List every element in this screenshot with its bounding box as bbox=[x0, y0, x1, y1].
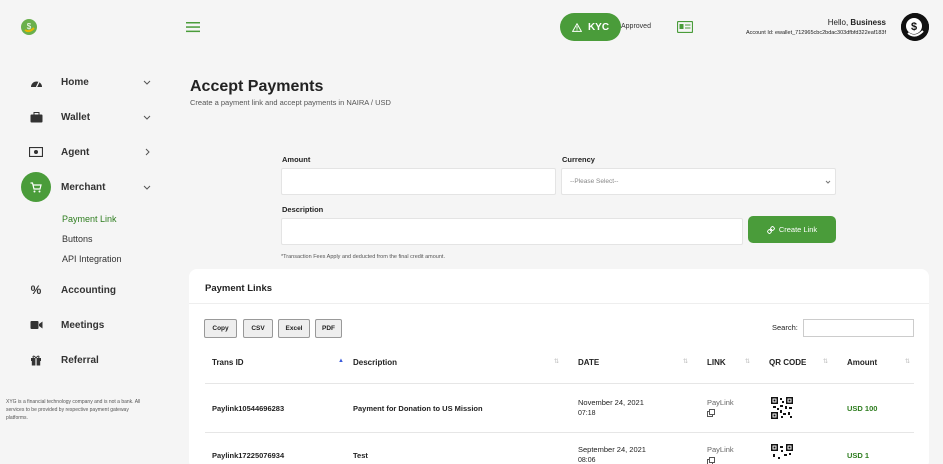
page-title: Accept Payments bbox=[190, 78, 324, 95]
cart-icon bbox=[21, 172, 51, 202]
avatar[interactable]: $ bbox=[901, 13, 929, 41]
currency-label: Currency bbox=[562, 155, 595, 164]
sidebar: $ Home Wallet Agent Merchant Payment Lin… bbox=[0, 0, 170, 464]
svg-text:$: $ bbox=[911, 21, 917, 33]
kyc-label: KYC bbox=[587, 21, 610, 33]
chevron-down-icon bbox=[825, 180, 831, 184]
divider bbox=[205, 383, 914, 384]
currency-placeholder: --Please Select-- bbox=[570, 178, 619, 185]
paylink-link[interactable]: PayLink bbox=[707, 398, 734, 407]
sidebar-item-accounting[interactable]: % Accounting bbox=[0, 275, 170, 305]
chevron-down-icon bbox=[143, 115, 151, 120]
currency-select[interactable]: --Please Select-- bbox=[561, 168, 836, 195]
copy-button[interactable]: Copy bbox=[204, 319, 237, 338]
excel-button[interactable]: Excel bbox=[278, 319, 310, 338]
sidebar-item-meetings[interactable]: Meetings bbox=[0, 310, 170, 340]
sidebar-item-referral[interactable]: Referral bbox=[0, 345, 170, 375]
cell-time: 08:06 bbox=[578, 457, 596, 464]
disclaimer-text: XYG is a financial technology company an… bbox=[6, 399, 141, 421]
chevron-down-icon bbox=[143, 185, 151, 190]
cash-icon bbox=[28, 144, 44, 160]
gift-icon bbox=[28, 352, 44, 368]
chevron-down-icon bbox=[143, 80, 151, 85]
submenu-buttons[interactable]: Buttons bbox=[62, 234, 93, 244]
sidebar-item-label: Referral bbox=[61, 354, 99, 366]
sidebar-item-label: Wallet bbox=[61, 111, 91, 123]
description-input[interactable] bbox=[281, 218, 743, 245]
greeting: Hello, Business bbox=[828, 18, 886, 27]
link-icon bbox=[766, 225, 775, 234]
column-header-amount[interactable]: Amount bbox=[847, 358, 877, 367]
briefcase-icon bbox=[28, 109, 44, 125]
submenu-payment-link[interactable]: Payment Link bbox=[62, 214, 117, 224]
sort-icon[interactable]: ⇅ bbox=[554, 358, 559, 365]
logo-icon[interactable]: $ bbox=[20, 18, 38, 36]
cell-description: Payment for Donation to US Mission bbox=[353, 404, 483, 413]
cell-date: November 24, 2021 bbox=[578, 398, 644, 407]
column-header-qr-code[interactable]: QR CODE bbox=[769, 358, 806, 367]
copy-icon[interactable] bbox=[707, 457, 715, 464]
id-card-icon[interactable] bbox=[677, 21, 693, 33]
sidebar-item-label: Meetings bbox=[61, 319, 105, 331]
sidebar-item-label: Home bbox=[61, 76, 89, 88]
search-input[interactable] bbox=[803, 319, 914, 337]
sort-icon[interactable]: ⇅ bbox=[905, 358, 910, 365]
sidebar-item-home[interactable]: Home bbox=[0, 67, 170, 97]
divider bbox=[205, 432, 914, 433]
user-name: Business bbox=[850, 18, 886, 27]
page-subtitle: Create a payment link and accept payment… bbox=[190, 98, 391, 107]
sidebar-item-agent[interactable]: Agent bbox=[0, 137, 170, 167]
cell-amount: USD 100 bbox=[847, 404, 878, 413]
sidebar-item-wallet[interactable]: Wallet bbox=[0, 102, 170, 132]
user-avatar-icon: $ bbox=[901, 13, 929, 41]
hamburger-menu-icon[interactable] bbox=[186, 21, 200, 33]
sort-icon[interactable]: ⇅ bbox=[823, 358, 828, 365]
video-icon bbox=[28, 317, 44, 333]
kyc-button[interactable]: KYC bbox=[560, 13, 621, 41]
sort-asc-icon[interactable]: ▲ bbox=[338, 358, 344, 364]
pdf-button[interactable]: PDF bbox=[315, 319, 342, 338]
cell-time: 07:18 bbox=[578, 410, 596, 417]
qr-code-image bbox=[770, 396, 794, 420]
column-header-link[interactable]: LINK bbox=[707, 358, 726, 367]
sidebar-item-label: Agent bbox=[61, 146, 90, 158]
divider bbox=[189, 303, 929, 304]
cell-amount: USD 1 bbox=[847, 451, 870, 460]
amount-label: Amount bbox=[282, 155, 311, 164]
column-header-date[interactable]: DATE bbox=[578, 358, 599, 367]
cell-date: September 24, 2021 bbox=[578, 445, 646, 454]
column-header-trans-id[interactable]: Trans ID bbox=[212, 358, 244, 367]
fee-note: *Transaction Fees Apply and deducted fro… bbox=[281, 254, 445, 260]
description-label: Description bbox=[282, 205, 324, 214]
submenu-api-integration[interactable]: API Integration bbox=[62, 254, 122, 264]
qr-code-image bbox=[770, 443, 794, 464]
percent-icon: % bbox=[30, 283, 42, 297]
warning-icon bbox=[571, 22, 582, 32]
paylink-link[interactable]: PayLink bbox=[707, 445, 734, 454]
copy-icon[interactable] bbox=[707, 409, 715, 417]
chevron-right-icon bbox=[145, 148, 150, 156]
sidebar-item-label: Accounting bbox=[61, 284, 116, 296]
account-id: Account Id: ewallet_712965cbc2bdac303dfb… bbox=[745, 30, 886, 36]
sidebar-item-label: Merchant bbox=[61, 181, 106, 193]
dashboard-icon bbox=[28, 74, 44, 90]
sort-icon[interactable]: ⇅ bbox=[683, 358, 688, 365]
amount-input[interactable] bbox=[281, 168, 556, 195]
cell-trans-id: Paylink17225076934 bbox=[212, 451, 285, 460]
card-title: Payment Links bbox=[205, 283, 273, 294]
sidebar-item-merchant[interactable]: Merchant bbox=[0, 172, 170, 202]
csv-button[interactable]: CSV bbox=[243, 319, 273, 338]
kyc-status: Approved bbox=[621, 23, 651, 30]
cell-description: Test bbox=[353, 451, 368, 460]
svg-text:$: $ bbox=[27, 22, 32, 31]
greeting-prefix: Hello, bbox=[827, 18, 851, 27]
create-link-button[interactable]: Create Link bbox=[748, 216, 836, 243]
search-label: Search: bbox=[772, 323, 798, 332]
sort-icon[interactable]: ⇅ bbox=[745, 358, 750, 365]
payment-links-card: Payment Links Copy CSV Excel PDF Search:… bbox=[189, 269, 929, 464]
create-link-label: Create Link bbox=[778, 225, 818, 234]
column-header-description[interactable]: Description bbox=[353, 358, 397, 367]
cell-trans-id: Paylink10544696283 bbox=[212, 404, 285, 413]
